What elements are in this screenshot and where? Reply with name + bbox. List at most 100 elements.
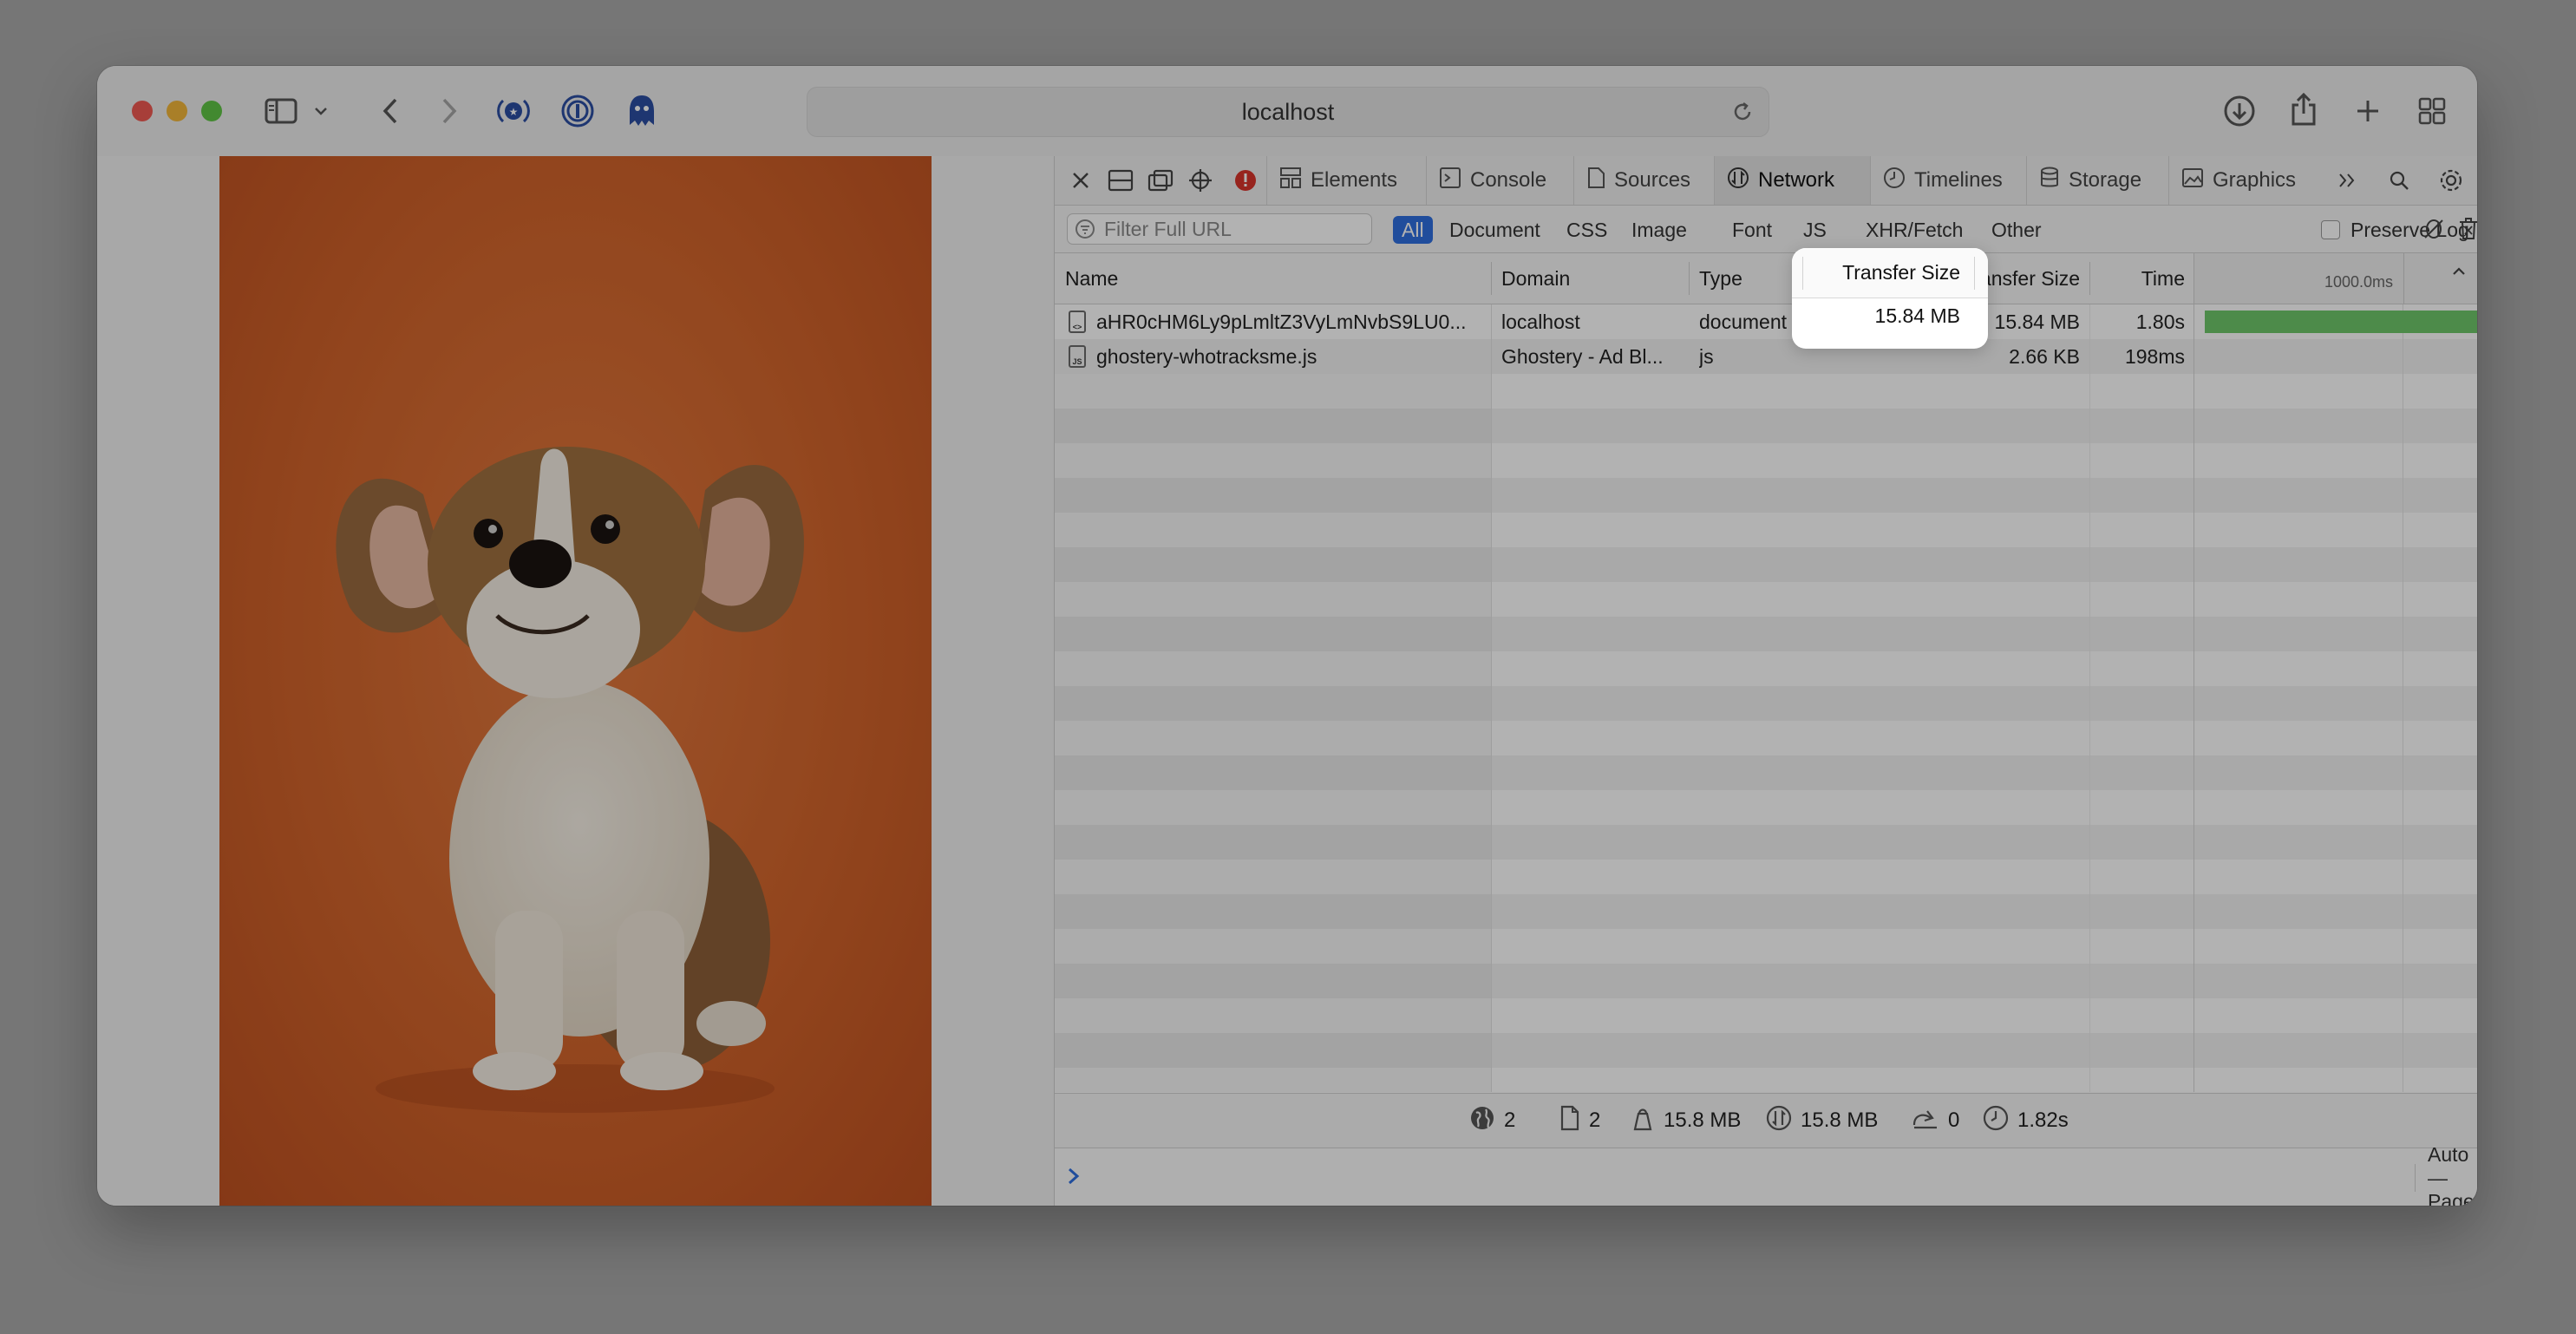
execution-context-label: Auto — Page [2428,1142,2475,1206]
request-time: 1.80s [2135,310,2185,333]
tab-storage[interactable]: Storage [2026,156,2168,205]
tab-elements-label: Elements [1311,168,1398,192]
share-icon[interactable] [2285,88,2323,130]
filter-font[interactable]: Font [1732,216,1772,244]
tab-overview-icon[interactable] [2413,92,2451,130]
filter-image[interactable]: Image [1631,216,1687,244]
request-domain: Ghostery - Ad Bl... [1501,344,1664,368]
search-icon[interactable] [2382,156,2416,205]
inspector-tab-bar: Elements Console Sources Network Timelin… [1055,156,2477,206]
summary-transferred: 15.8 MB [1766,1094,1878,1148]
tab-timelines[interactable]: Timelines [1870,156,2026,205]
ghostery-icon[interactable] [623,90,661,132]
grid-line [1491,304,1492,1092]
summary-resources-count: 2 [1589,1108,1601,1132]
network-filter-bar: Filter Full URL All Document CSS Image F… [1055,206,2477,253]
summary-domains-count: 2 [1504,1108,1516,1132]
network-request-list: <> aHR0cHM6Ly9pLmltZ3VyLmNvbS9LU0... loc… [1055,304,2477,1092]
highlight-transfer-size-value: 15.84 MB [1874,304,1960,327]
timelines-icon [1883,167,1906,195]
request-name: aHR0cHM6Ly9pLmltZ3VyLmNvbS9LU0... [1096,310,1467,333]
reload-icon[interactable] [1729,98,1756,126]
highlight-column-header: Transfer Size [1792,248,1988,298]
chevron-down-icon[interactable] [309,99,333,123]
table-row[interactable]: <> aHR0cHM6Ly9pLmltZ3VyLmNvbS9LU0... loc… [1055,304,2477,339]
sidebar-toggle-icon[interactable] [262,92,300,130]
tab-console[interactable]: Console [1426,156,1573,205]
close-window-button[interactable] [132,101,153,121]
name-column-shade [1055,374,1491,1092]
forward-icon[interactable] [432,94,467,128]
summary-redirects: 0 [1912,1094,1959,1148]
network-summary-bar: 2 2 15.8 MB 15.8 MB 0 1.82s [1055,1093,2477,1148]
close-inspector-icon[interactable] [1063,156,1098,205]
svg-text:★: ★ [509,106,519,118]
elements-icon [1279,167,1302,195]
transfer-icon [1766,1105,1792,1137]
undock-icon[interactable] [1143,156,1178,205]
downloads-icon[interactable] [2220,92,2259,130]
column-divider[interactable] [1689,262,1690,295]
disable-caches-icon[interactable] [2418,206,2449,252]
back-icon[interactable] [373,94,408,128]
graphics-icon [2181,167,2204,194]
address-bar[interactable]: localhost [807,87,1769,137]
waterfall-waiting-segment [2205,311,2477,333]
filter-placeholder: Filter Full URL [1104,217,1232,240]
new-tab-icon[interactable] [2349,92,2387,130]
storage-icon [2039,167,2060,195]
tab-graphics[interactable]: Graphics [2168,156,2318,205]
console-icon [1439,167,1461,195]
network-table-header: Name Domain Type Transfer Size Time 1000… [1055,253,2477,304]
console-prompt-bar[interactable]: Auto — Page [1055,1143,2477,1206]
waterfall-tick-label: 1000.0ms [2324,273,2394,291]
column-type[interactable]: Type [1699,253,1742,304]
browser-window: ★ localhost Elements Console Sources Net… [97,66,2477,1206]
js-file-icon: JS [1069,345,1086,368]
filter-document[interactable]: Document [1449,216,1540,244]
tab-sources[interactable]: Sources [1573,156,1714,205]
password-manager-icon[interactable] [559,92,597,130]
request-domain: localhost [1501,310,1580,333]
clear-log-trash-icon[interactable] [2453,206,2477,252]
tab-storage-label: Storage [2069,168,2142,192]
table-row[interactable]: JS ghostery-whotracksme.js Ghostery - Ad… [1055,339,2477,374]
tab-elements[interactable]: Elements [1266,156,1426,205]
document-icon [1559,1105,1580,1137]
extension-shield-icon[interactable]: ★ [494,92,533,130]
element-picker-icon[interactable] [1183,156,1218,205]
document-file-icon: <> [1069,311,1086,333]
globe-icon [1469,1105,1495,1137]
tab-network[interactable]: Network [1714,156,1870,205]
filter-other[interactable]: Other [1991,216,2042,244]
filter-all[interactable]: All [1393,216,1433,244]
column-time[interactable]: Time [2089,253,2185,304]
summary-load-time: 1.82s [1983,1094,2069,1148]
sources-icon [1586,167,1605,195]
corgi-puppy-photo [219,156,932,1206]
column-name[interactable]: Name [1065,253,1118,304]
request-time: 198ms [2124,344,2185,368]
filter-js[interactable]: JS [1803,216,1827,244]
filter-css[interactable]: CSS [1566,216,1607,244]
network-icon [1727,167,1749,195]
web-inspector: Elements Console Sources Network Timelin… [1054,156,2477,1206]
filter-url-field[interactable]: Filter Full URL [1067,213,1372,245]
tab-graphics-label: Graphics [2213,168,2297,192]
tab-sources-label: Sources [1614,168,1691,192]
dock-bottom-icon[interactable] [1103,156,1138,205]
filter-xhr-fetch[interactable]: XHR/Fetch [1866,216,1963,244]
zoom-window-button[interactable] [201,101,222,121]
column-divider[interactable] [1491,262,1492,295]
settings-gear-icon[interactable] [2434,156,2468,205]
error-badge-icon[interactable] [1228,156,1263,205]
summary-size-value: 15.8 MB [1664,1108,1742,1132]
browser-toolbar: ★ localhost [97,66,2477,156]
tab-network-label: Network [1758,168,1835,192]
preserve-log-checkbox[interactable] [2321,220,2340,239]
execution-context-selector[interactable]: Auto — Page [2428,1143,2477,1206]
column-domain[interactable]: Domain [1501,253,1570,304]
chevron-up-icon[interactable] [2451,265,2467,282]
more-tabs-icon[interactable] [2330,156,2364,205]
minimize-window-button[interactable] [167,101,187,121]
